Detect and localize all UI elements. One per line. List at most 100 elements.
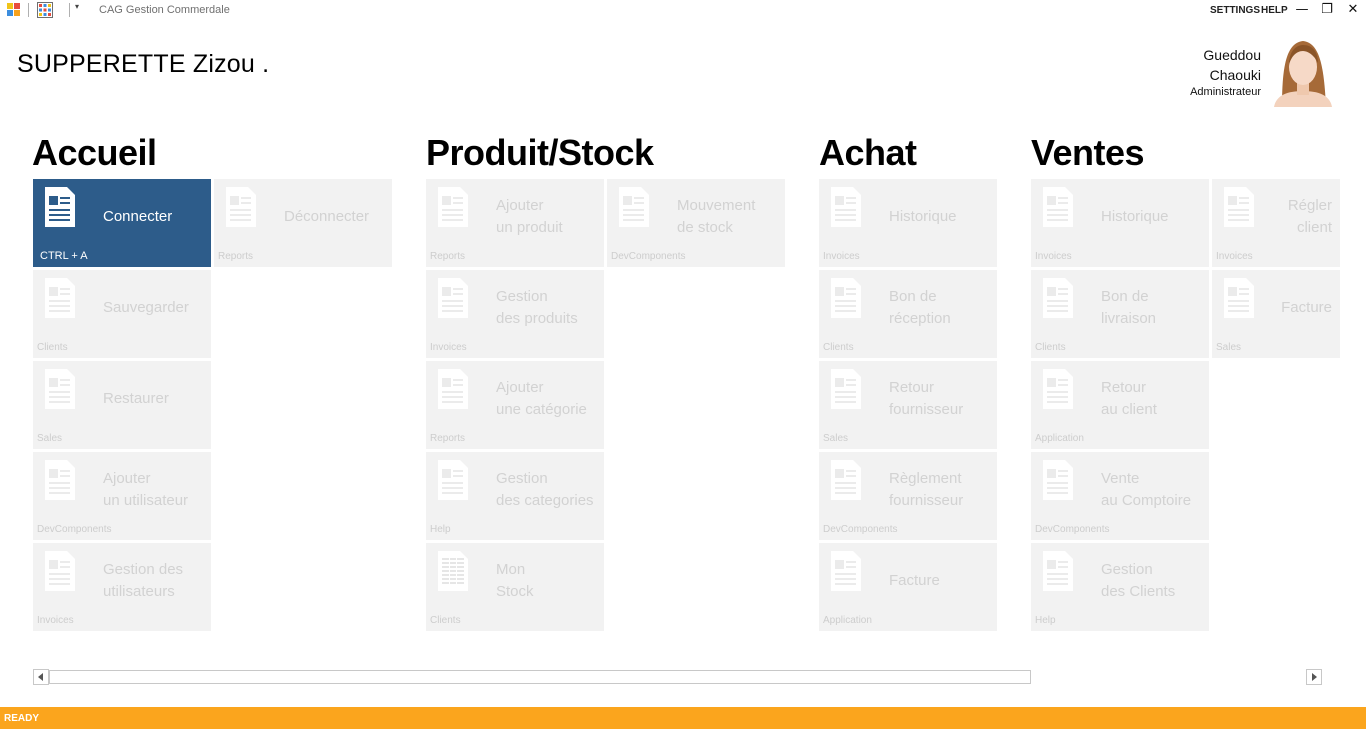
tile-sublabel: Sales bbox=[823, 433, 849, 444]
tile-mouvement-stock[interactable]: Mouvement de stock DevComponents bbox=[607, 179, 785, 267]
tile-ventes-historique[interactable]: Historique Invoices bbox=[1031, 179, 1209, 267]
tile-gestion-utilisateurs[interactable]: Gestion des utilisateurs Invoices bbox=[33, 543, 211, 631]
tile-label: Mouvement de stock bbox=[677, 197, 756, 236]
tile-sublabel: DevComponents bbox=[37, 524, 112, 535]
user-info: Gueddou Chaouki Administrateur bbox=[1190, 45, 1261, 100]
arrow-right-icon bbox=[1312, 673, 1317, 681]
tile-label: Vente au Comptoire bbox=[1101, 470, 1192, 509]
tile-label: Retour fournisseur bbox=[889, 379, 964, 418]
tile-label: Facture bbox=[889, 572, 940, 589]
tile-label: Connecter bbox=[103, 208, 173, 225]
tile-gestion-clients[interactable]: Gestion des Clients Help bbox=[1031, 543, 1209, 631]
tile-deconnecter[interactable]: Déconnecter Reports bbox=[214, 179, 392, 267]
user-avatar[interactable] bbox=[1268, 37, 1338, 107]
document-icon bbox=[45, 187, 75, 227]
tile-ajouter-categorie[interactable]: Ajouter une catégorie Reports bbox=[426, 361, 604, 449]
tile-mon-stock[interactable]: Mon Stock Clients bbox=[426, 543, 604, 631]
tile-sublabel: Clients bbox=[823, 342, 854, 353]
tile-label: Ajouter une catégorie bbox=[496, 379, 587, 418]
tile-label: Gestion des utilisateurs bbox=[103, 561, 184, 600]
tile-vente-comptoire[interactable]: Vente au Comptoire DevComponents bbox=[1031, 452, 1209, 540]
tile-sublabel: Sales bbox=[1216, 342, 1242, 353]
toolbar-separator bbox=[28, 3, 29, 17]
app-window: ▾ CAG Gestion Commerdale SETTINGS HELP —… bbox=[0, 0, 1366, 729]
tile-bon-livraison[interactable]: Bon de livraison Clients bbox=[1031, 270, 1209, 358]
scroll-right-button[interactable] bbox=[1306, 669, 1322, 685]
tile-restaurer[interactable]: Restaurer Sales bbox=[33, 361, 211, 449]
tile-sublabel: DevComponents bbox=[1035, 524, 1110, 535]
document-icon bbox=[1043, 460, 1073, 500]
document-icon bbox=[45, 369, 75, 409]
tile-label: Déconnecter bbox=[284, 208, 370, 225]
tile-ajouter-produit[interactable]: Ajouter un produit Reports bbox=[426, 179, 604, 267]
horizontal-scrollbar[interactable] bbox=[33, 669, 1324, 685]
document-icon bbox=[1043, 551, 1073, 591]
tile-sublabel: Invoices bbox=[1216, 251, 1253, 262]
tile-connecter[interactable]: Connecter CTRL + A bbox=[33, 179, 211, 267]
document-icon bbox=[831, 278, 861, 318]
document-icon bbox=[1043, 278, 1073, 318]
tile-label: Retour au client bbox=[1101, 379, 1157, 418]
restore-button[interactable]: ❐ bbox=[1317, 1, 1337, 19]
tile-sublabel: Invoices bbox=[37, 615, 74, 626]
app-title: CAG Gestion Commerdale bbox=[99, 4, 230, 16]
tile-ajouter-utilisateur[interactable]: Ajouter un utilisateur DevComponents bbox=[33, 452, 211, 540]
tile-sublabel: Reports bbox=[430, 251, 466, 262]
tile-label: Bon de livraison bbox=[1101, 288, 1157, 327]
tile-gestion-categories[interactable]: Gestion des categories Help bbox=[426, 452, 604, 540]
group-title-produit-stock: Produit/Stock bbox=[426, 132, 654, 173]
tile-sublabel: Clients bbox=[430, 615, 461, 626]
tile-label: Gestion des categories bbox=[496, 470, 594, 509]
tile-reglement-fournisseur[interactable]: Règlement fournisseur DevComponents bbox=[819, 452, 997, 540]
tile-retour-fournisseur[interactable]: Retour fournisseur Sales bbox=[819, 361, 997, 449]
tile-sublabel: Invoices bbox=[823, 251, 860, 262]
close-button[interactable]: ✕ bbox=[1343, 1, 1363, 19]
quick-access-dropdown-icon[interactable]: ▾ bbox=[75, 2, 79, 11]
tile-label: Sauvegarder bbox=[103, 299, 189, 316]
app-logo-icon[interactable] bbox=[6, 2, 22, 18]
tile-gestion-produits[interactable]: Gestion des produits Invoices bbox=[426, 270, 604, 358]
tile-label: Historique bbox=[1101, 208, 1169, 225]
toolbar-separator bbox=[69, 3, 70, 17]
tile-bon-reception[interactable]: Bon de réception Clients bbox=[819, 270, 997, 358]
document-icon bbox=[831, 187, 861, 227]
document-icon bbox=[1043, 187, 1073, 227]
grid-icon[interactable] bbox=[37, 2, 53, 18]
tile-label: Ajouter un produit bbox=[496, 197, 563, 236]
group-title-accueil: Accueil bbox=[32, 132, 157, 173]
tile-label: Régler client bbox=[1287, 197, 1332, 236]
minimize-button[interactable]: — bbox=[1292, 1, 1312, 19]
tile-label: Gestion des produits bbox=[496, 288, 578, 327]
tile-sublabel: Invoices bbox=[430, 342, 467, 353]
document-icon bbox=[45, 460, 75, 500]
tile-sublabel: Reports bbox=[218, 251, 254, 262]
document-icon bbox=[438, 187, 468, 227]
group-title-ventes: Ventes bbox=[1031, 132, 1145, 173]
scroll-left-button[interactable] bbox=[33, 669, 49, 685]
tile-sublabel: Help bbox=[1035, 615, 1056, 626]
tile-shortcut: CTRL + A bbox=[40, 250, 88, 262]
tile-retour-client[interactable]: Retour au client Application bbox=[1031, 361, 1209, 449]
tile-sublabel: Clients bbox=[1035, 342, 1066, 353]
user-last-name: Chaouki bbox=[1209, 67, 1261, 83]
help-link[interactable]: HELP bbox=[1261, 5, 1288, 16]
status-bar: READY bbox=[0, 707, 1366, 729]
document-icon bbox=[1224, 187, 1254, 227]
tile-label: Bon de réception bbox=[889, 288, 951, 327]
scroll-thumb[interactable] bbox=[49, 670, 1031, 684]
tile-regler-client[interactable]: Régler client Invoices bbox=[1212, 179, 1340, 267]
document-icon bbox=[438, 278, 468, 318]
tile-ventes-facture[interactable]: Facture Sales bbox=[1212, 270, 1340, 358]
tile-label: Ajouter un utilisateur bbox=[103, 470, 189, 509]
status-text: READY bbox=[4, 713, 40, 724]
document-icon bbox=[831, 369, 861, 409]
title-bar: ▾ CAG Gestion Commerdale SETTINGS HELP —… bbox=[0, 0, 1366, 22]
settings-link[interactable]: SETTINGS bbox=[1210, 5, 1260, 16]
document-icon bbox=[438, 460, 468, 500]
tile-sublabel: DevComponents bbox=[611, 251, 686, 262]
tile-achat-facture[interactable]: Facture Application bbox=[819, 543, 997, 631]
tile-achat-historique[interactable]: Historique Invoices bbox=[819, 179, 997, 267]
document-icon bbox=[619, 187, 649, 227]
tile-sauvegarder[interactable]: Sauvegarder Clients bbox=[33, 270, 211, 358]
tile-label: Gestion des Clients bbox=[1101, 561, 1176, 600]
